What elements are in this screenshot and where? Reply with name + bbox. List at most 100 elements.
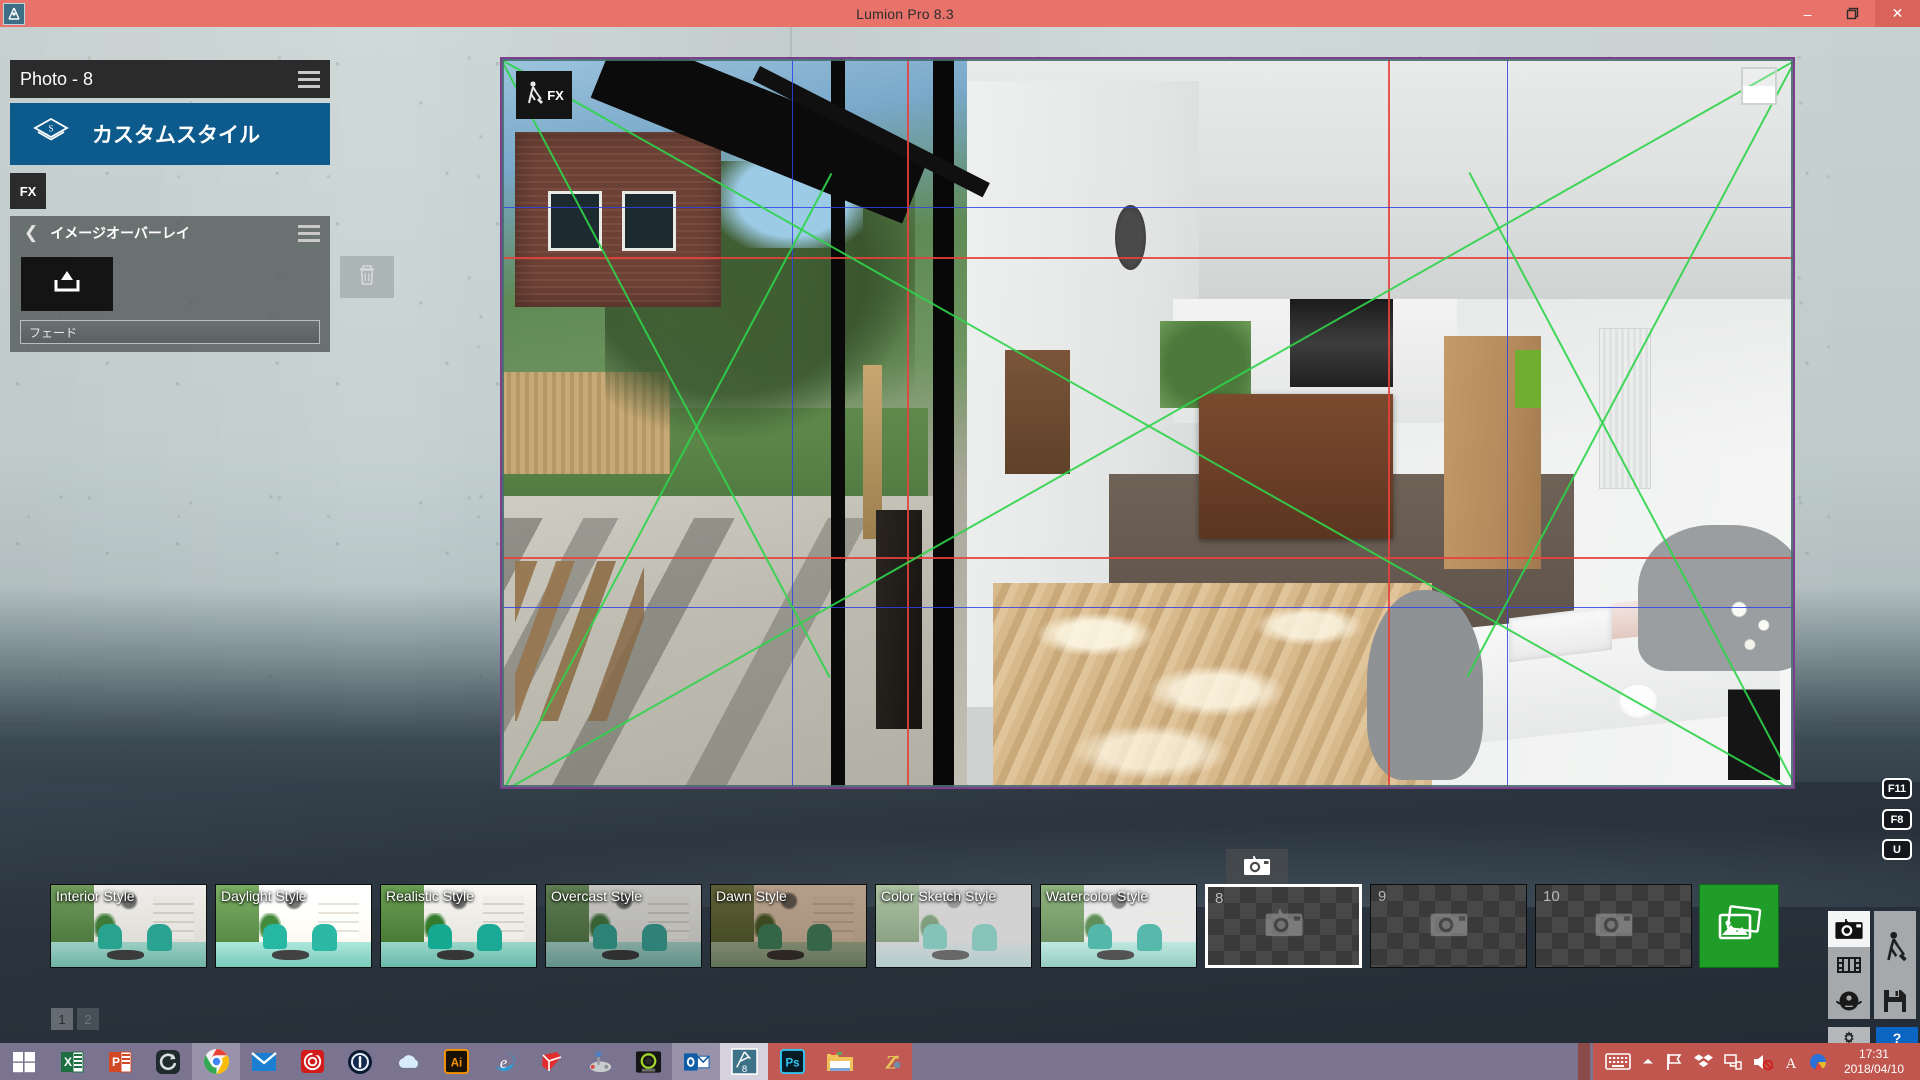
taskbar-sketchup[interactable]	[528, 1043, 576, 1080]
delete-effect-button[interactable]	[340, 256, 394, 298]
volume-muted-icon[interactable]	[1753, 1053, 1773, 1071]
page-tab-2[interactable]: 2	[77, 1008, 99, 1030]
camera-icon	[1264, 908, 1304, 944]
taskbar-adobe-photoshop[interactable]: Ps	[768, 1043, 816, 1080]
photo-slot-interior-style[interactable]: Interior Style	[50, 884, 207, 968]
upload-image-button[interactable]	[21, 257, 113, 311]
chevron-up-icon[interactable]	[1642, 1057, 1654, 1066]
taskbar-mail[interactable]	[240, 1043, 288, 1080]
image-overlay-menu-icon[interactable]	[298, 224, 320, 242]
camera-icon	[1243, 855, 1271, 882]
taskbar-excel[interactable]: X	[48, 1043, 96, 1080]
ime-a-icon[interactable]: A	[1784, 1053, 1798, 1071]
google-icon[interactable]	[1809, 1053, 1827, 1071]
app-icon	[3, 2, 25, 25]
svg-text:P: P	[112, 1055, 120, 1069]
clock-time: 17:31	[1858, 1046, 1889, 1061]
photo-slot-realistic-style[interactable]: Realistic Style	[380, 884, 537, 968]
mode-build-button[interactable]	[1874, 911, 1917, 983]
keyboard-icon[interactable]	[1605, 1053, 1631, 1070]
worker-shovel-icon	[524, 80, 544, 111]
page-tabs: 1 2	[51, 1008, 99, 1030]
mode-photo-button[interactable]	[1828, 911, 1870, 947]
svg-text:e: e	[499, 1053, 506, 1072]
taskbar-microsoft-outlook[interactable]	[672, 1043, 720, 1080]
taskbar-file-explorer[interactable]	[816, 1043, 864, 1080]
capture-photo-button[interactable]	[1226, 849, 1288, 887]
photo-slot-9-empty[interactable]: 9	[1370, 884, 1527, 968]
photo-slot-watercolor-style[interactable]: Watercolor Style	[1040, 884, 1197, 968]
fade-slider-label: フェード	[29, 325, 78, 340]
photo-settings-panel: Photo - 8 S カスタムスタイル FX ❮ イメージオーバーレイ フェー…	[10, 60, 394, 352]
trash-icon	[356, 263, 378, 292]
camera-icon	[1594, 908, 1634, 944]
hotkey-f11[interactable]: F11	[1882, 778, 1912, 799]
taskbar-adobe-illustrator[interactable]: Ai	[432, 1043, 480, 1080]
taskbar-onedrive[interactable]	[384, 1043, 432, 1080]
window-title: Lumion Pro 8.3	[856, 5, 954, 22]
image-overlay-thumbnail[interactable]	[1741, 67, 1777, 105]
render-viewport[interactable]: FX	[500, 57, 1795, 789]
window-titlebar: Lumion Pro 8.3 – ✕	[0, 0, 1920, 27]
photo-slot-number: 9	[1378, 888, 1387, 905]
hotkey-f8[interactable]: F8	[1882, 809, 1912, 830]
close-button[interactable]: ✕	[1875, 0, 1920, 27]
photo-slot-label: Dawn Style	[716, 888, 787, 904]
minimize-button[interactable]: –	[1785, 0, 1830, 27]
custom-style-button[interactable]: S カスタムスタイル	[10, 103, 330, 165]
photo-slot-label: Interior Style	[56, 888, 135, 904]
taskbar-clock[interactable]: 17:31 2018/04/10	[1838, 1047, 1914, 1077]
image-overlay-title: イメージオーバーレイ	[50, 225, 190, 241]
taskbar-internet-explorer[interactable]: e	[480, 1043, 528, 1080]
fade-slider[interactable]: フェード	[20, 320, 320, 344]
taskbar-wacom-tablet[interactable]	[624, 1043, 672, 1080]
taskbar-divider	[1578, 1043, 1590, 1080]
photo-slot-color-sketch-style[interactable]: Color Sketch Style	[875, 884, 1032, 968]
mode-button-cluster	[1828, 911, 1917, 1019]
photo-slot-daylight-style[interactable]: Daylight Style	[215, 884, 372, 968]
photo-slot-dawn-style[interactable]: Dawn Style	[710, 884, 867, 968]
photo-header: Photo - 8	[10, 60, 330, 98]
render-photo-button[interactable]	[1699, 884, 1779, 968]
taskbar-1password[interactable]	[336, 1043, 384, 1080]
photo-slot-label: Realistic Style	[386, 888, 474, 904]
mode-movie-button[interactable]	[1828, 947, 1870, 983]
image-overlay-effect-panel: ❮ イメージオーバーレイ フェード	[10, 216, 330, 352]
dropbox-icon[interactable]	[1693, 1053, 1713, 1071]
hotkey-u[interactable]: U	[1882, 839, 1912, 860]
taskbar-glary-utilities[interactable]	[144, 1043, 192, 1080]
photo-slot-strip: Interior Style Daylight Style Realistic …	[50, 884, 1692, 968]
chevron-left-icon[interactable]: ❮	[24, 223, 38, 243]
taskbar-adobe-creative-cloud[interactable]	[288, 1043, 336, 1080]
mode-panorama-button[interactable]	[1828, 983, 1870, 1019]
custom-style-label: カスタムスタイル	[92, 124, 260, 147]
fx-button[interactable]: FX	[10, 173, 46, 209]
flag-icon[interactable]	[1665, 1053, 1683, 1071]
photo-slot-8-empty[interactable]: 8	[1205, 884, 1362, 968]
image-overlay-header: ❮ イメージオーバーレイ	[10, 216, 330, 250]
windows-logo-icon[interactable]	[0, 1043, 48, 1080]
photo-slot-label: Watercolor Style	[1046, 888, 1149, 904]
kitchen-island	[1199, 393, 1393, 540]
system-tray: A 17:31 2018/04/10	[1592, 1043, 1920, 1080]
photo-slot-10-empty[interactable]: 10	[1535, 884, 1692, 968]
photo-slot-label: Overcast Style	[551, 888, 643, 904]
photo-slot-label: Daylight Style	[221, 888, 307, 904]
photo-slot-number: 10	[1543, 888, 1560, 905]
svg-text:S: S	[48, 123, 53, 133]
restore-button[interactable]	[1830, 0, 1875, 27]
page-title: Photo - 8	[20, 68, 94, 89]
taskbar-google-chrome[interactable]	[192, 1043, 240, 1080]
page-tab-1[interactable]: 1	[51, 1008, 73, 1030]
taskbar-zbrush[interactable]: Z	[864, 1043, 912, 1080]
taskbar-powerpoint[interactable]: P	[96, 1043, 144, 1080]
fx-effects-badge[interactable]: FX	[516, 71, 572, 119]
network-icon[interactable]	[1724, 1053, 1742, 1070]
taskbar-game-controller[interactable]	[576, 1043, 624, 1080]
style-layers-icon: S	[32, 117, 70, 152]
photo-slot-overcast-style[interactable]: Overcast Style	[545, 884, 702, 968]
taskbar-lumion-8[interactable]: 8	[720, 1043, 768, 1080]
photo-menu-icon[interactable]	[298, 70, 320, 88]
save-project-button[interactable]	[1874, 983, 1917, 1019]
photo-slot-label: Color Sketch Style	[881, 888, 997, 904]
